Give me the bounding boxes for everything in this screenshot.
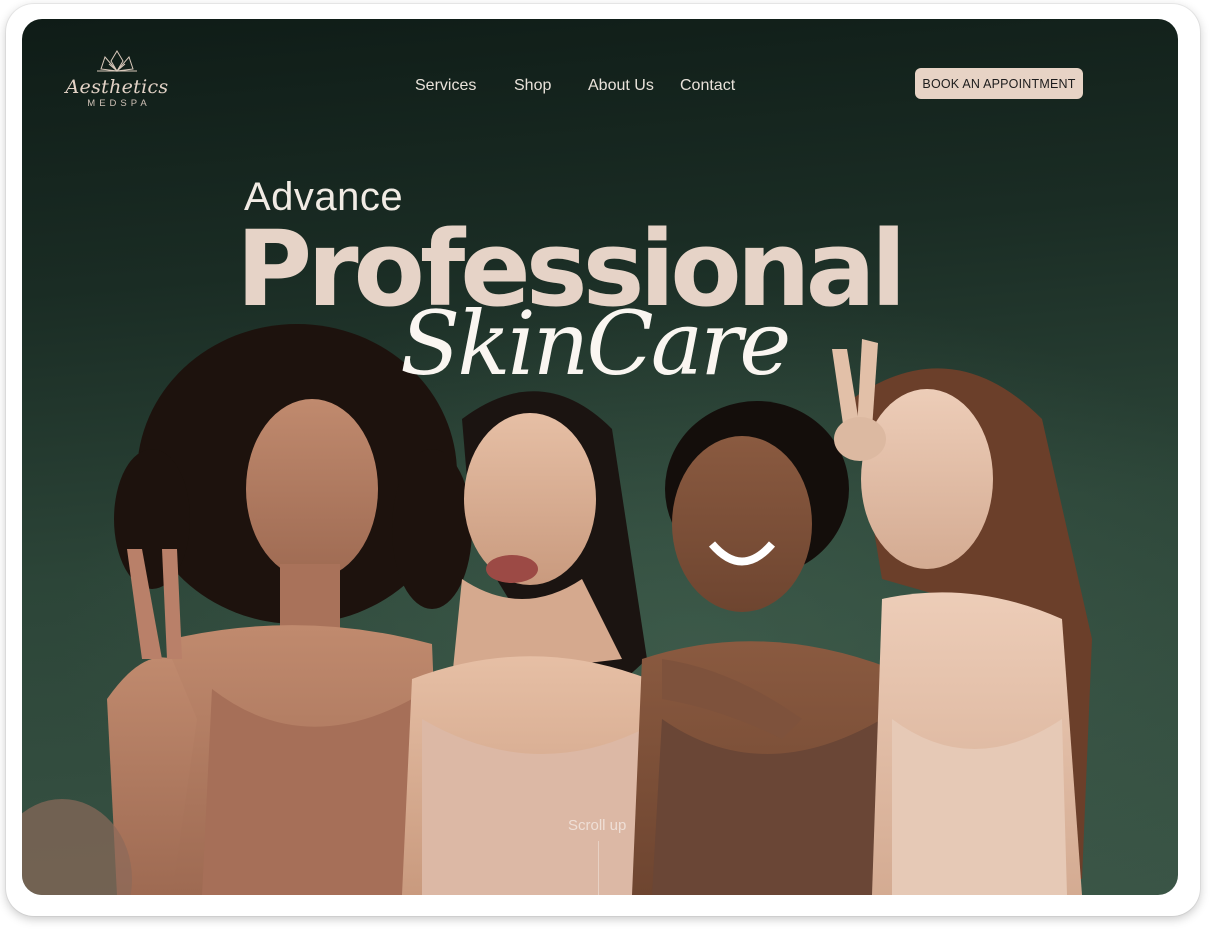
book-appointment-button[interactable]: BOOK AN APPOINTMENT (915, 68, 1083, 99)
lotus-icon (97, 50, 137, 72)
models-photo (22, 324, 1092, 895)
nav-link-shop[interactable]: Shop (514, 77, 551, 95)
hero-headline-line3: SkinCare (400, 292, 791, 395)
scroll-up-link[interactable]: Scroll up (568, 817, 626, 834)
nav-link-contact[interactable]: Contact (680, 77, 735, 95)
hero-section: Aesthetics MEDSPA Services Shop About Us… (22, 19, 1178, 895)
scroll-indicator-line (598, 841, 599, 895)
nav-link-about-us[interactable]: About Us (588, 77, 654, 95)
nav-link-services[interactable]: Services (415, 77, 476, 95)
